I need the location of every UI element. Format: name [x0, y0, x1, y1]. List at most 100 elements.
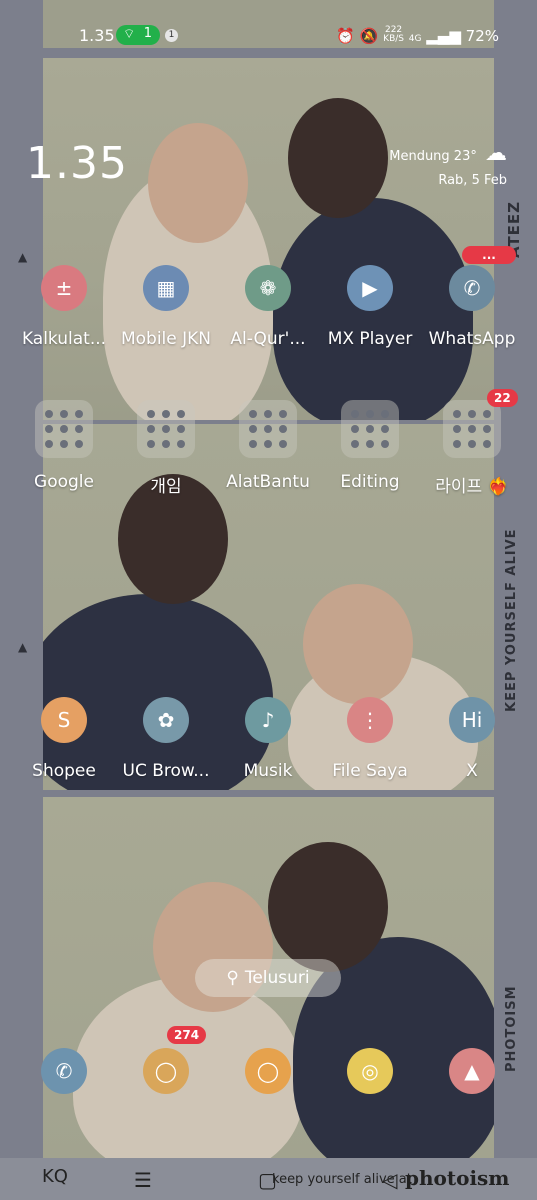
network-type: 4G: [408, 34, 422, 44]
gallery-icon[interactable]: ▲: [449, 1048, 495, 1094]
app-shortcut[interactable]: ⋮ File Saya: [320, 697, 420, 781]
calculator-icon: ±: [41, 265, 87, 311]
mute-icon: 🔕: [359, 27, 379, 45]
folder-app-dot: [453, 440, 461, 448]
app-folder[interactable]: Editing: [320, 400, 420, 492]
wallpaper-photo-1: [43, 58, 494, 420]
whatsapp-icon: ✆: [449, 265, 495, 311]
app-folder[interactable]: AlatBantu: [218, 400, 318, 492]
signal-icon: ▂▄▆: [426, 27, 461, 45]
app-label: UC Brow...: [122, 761, 210, 781]
message-icon[interactable]: ◯: [143, 1048, 189, 1094]
folder-app-dot: [351, 410, 359, 418]
folder-app-dot: [249, 410, 257, 418]
app-shortcut[interactable]: ▶ MX Player: [320, 265, 420, 349]
folder-app-dot: [177, 410, 185, 418]
app-shortcut[interactable]: ± Kalkulat...: [14, 265, 114, 349]
app-label: File Saya: [332, 761, 408, 781]
folder-app-dot: [468, 425, 476, 433]
app-folder[interactable]: 개임: [116, 400, 216, 497]
folder-app-dot: [351, 425, 359, 433]
folder-app-dot: [279, 440, 287, 448]
app-shortcut[interactable]: ▦ Mobile JKN: [116, 265, 216, 349]
folder-app-dot: [45, 440, 53, 448]
folder-app-dot: [60, 440, 68, 448]
folder-app-dot: [75, 440, 83, 448]
folder-app-dot: [453, 410, 461, 418]
app-shortcut[interactable]: ♪ Musik: [218, 697, 318, 781]
folder-app-dot: [147, 425, 155, 433]
folder-app-dot: [75, 425, 83, 433]
folder-app-dot: [162, 410, 170, 418]
net-speed: 222 KB/S: [383, 25, 404, 44]
camera-icon[interactable]: ◎: [347, 1048, 393, 1094]
shopee-icon: S: [41, 697, 87, 743]
app-label: Shopee: [32, 761, 96, 781]
folder-app-dot: [351, 440, 359, 448]
status-time: 1.35: [79, 26, 115, 45]
status-right-group: ⏰ 🔕 222 KB/S 4G ▂▄▆ 72%: [336, 25, 499, 46]
app-folder[interactable]: 라이프 ❤️‍🔥: [422, 400, 522, 497]
folder-app-dot: [366, 440, 374, 448]
uc-browser-icon: ✿: [143, 697, 189, 743]
search-icon: ⚲: [226, 968, 239, 988]
folder-app-dot: [177, 440, 185, 448]
quran-icon: ❁: [245, 265, 291, 311]
folder-app-dot: [381, 440, 389, 448]
app-label: AlatBantu: [226, 472, 310, 492]
folder-app-dot: [264, 440, 272, 448]
back-button[interactable]: ◁: [382, 1168, 397, 1192]
app-shortcut[interactable]: Hi X: [422, 697, 522, 781]
wallpaper-head: [303, 584, 413, 704]
triangle-marker-icon: ▲: [18, 250, 28, 264]
app-shortcut[interactable]: ✆ WhatsApp: [422, 265, 522, 349]
folder-app-dot: [483, 440, 491, 448]
folder-app-dot: [60, 410, 68, 418]
battery-level: 72%: [465, 27, 499, 45]
folder-app-dot: [249, 440, 257, 448]
wallpaper-head: [148, 123, 248, 243]
folder-icon: [137, 400, 195, 458]
music-icon: ♪: [245, 697, 291, 743]
folder-app-dot: [264, 410, 272, 418]
app-label: Al-Qur'...: [230, 329, 306, 349]
overflow-badge: ...: [462, 246, 516, 264]
app-label: 개임: [150, 477, 182, 497]
folder-app-dot: [366, 410, 374, 418]
app-shortcut[interactable]: ✿ UC Brow...: [116, 697, 216, 781]
folder-icon: [239, 400, 297, 458]
phone-icon[interactable]: ✆: [41, 1048, 87, 1094]
folder-app-dot: [162, 440, 170, 448]
folder-app-dot: [483, 410, 491, 418]
app-label: 라이프 ❤️‍🔥: [435, 477, 509, 497]
clock-widget-time[interactable]: 1.35: [26, 138, 128, 189]
folder-app-dot: [264, 425, 272, 433]
recent-apps-button[interactable]: ☰: [134, 1168, 152, 1192]
photoism-brand: photoism: [405, 1166, 510, 1190]
folder-app-dot: [177, 425, 185, 433]
app-label: Editing: [340, 472, 400, 492]
folder-icon: ⋮: [347, 697, 393, 743]
app-folder[interactable]: Google: [14, 400, 114, 492]
app-label: X: [466, 761, 478, 781]
weather-text: Mendung 23°: [389, 149, 477, 164]
weather-widget[interactable]: Mendung 23° ☁ Rab, 5 Feb: [389, 141, 507, 188]
folder-app-dot: [45, 425, 53, 433]
wallpaper-head: [268, 842, 388, 972]
search-bar[interactable]: ⚲ Telusuri: [195, 959, 341, 997]
app-shortcut[interactable]: S Shopee: [14, 697, 114, 781]
side-text-photoism: PHOTOISM: [504, 985, 519, 1072]
folder-app-dot: [366, 425, 374, 433]
folder-app-dot: [453, 425, 461, 433]
folder-app-dot: [162, 425, 170, 433]
navigation-bar: KQ ☰ ▢ keep yourself alive at ◁ photoism: [0, 1158, 537, 1200]
app-label: Mobile JKN: [120, 329, 212, 349]
folder-app-dot: [45, 410, 53, 418]
app-label: MX Player: [327, 329, 413, 349]
chat-icon[interactable]: ◯: [245, 1048, 291, 1094]
app-label: WhatsApp: [428, 329, 516, 349]
x-hi-icon: Hi: [449, 697, 495, 743]
app-label: Musik: [243, 761, 293, 781]
app-shortcut[interactable]: ❁ Al-Qur'...: [218, 265, 318, 349]
folder-app-dot: [468, 440, 476, 448]
